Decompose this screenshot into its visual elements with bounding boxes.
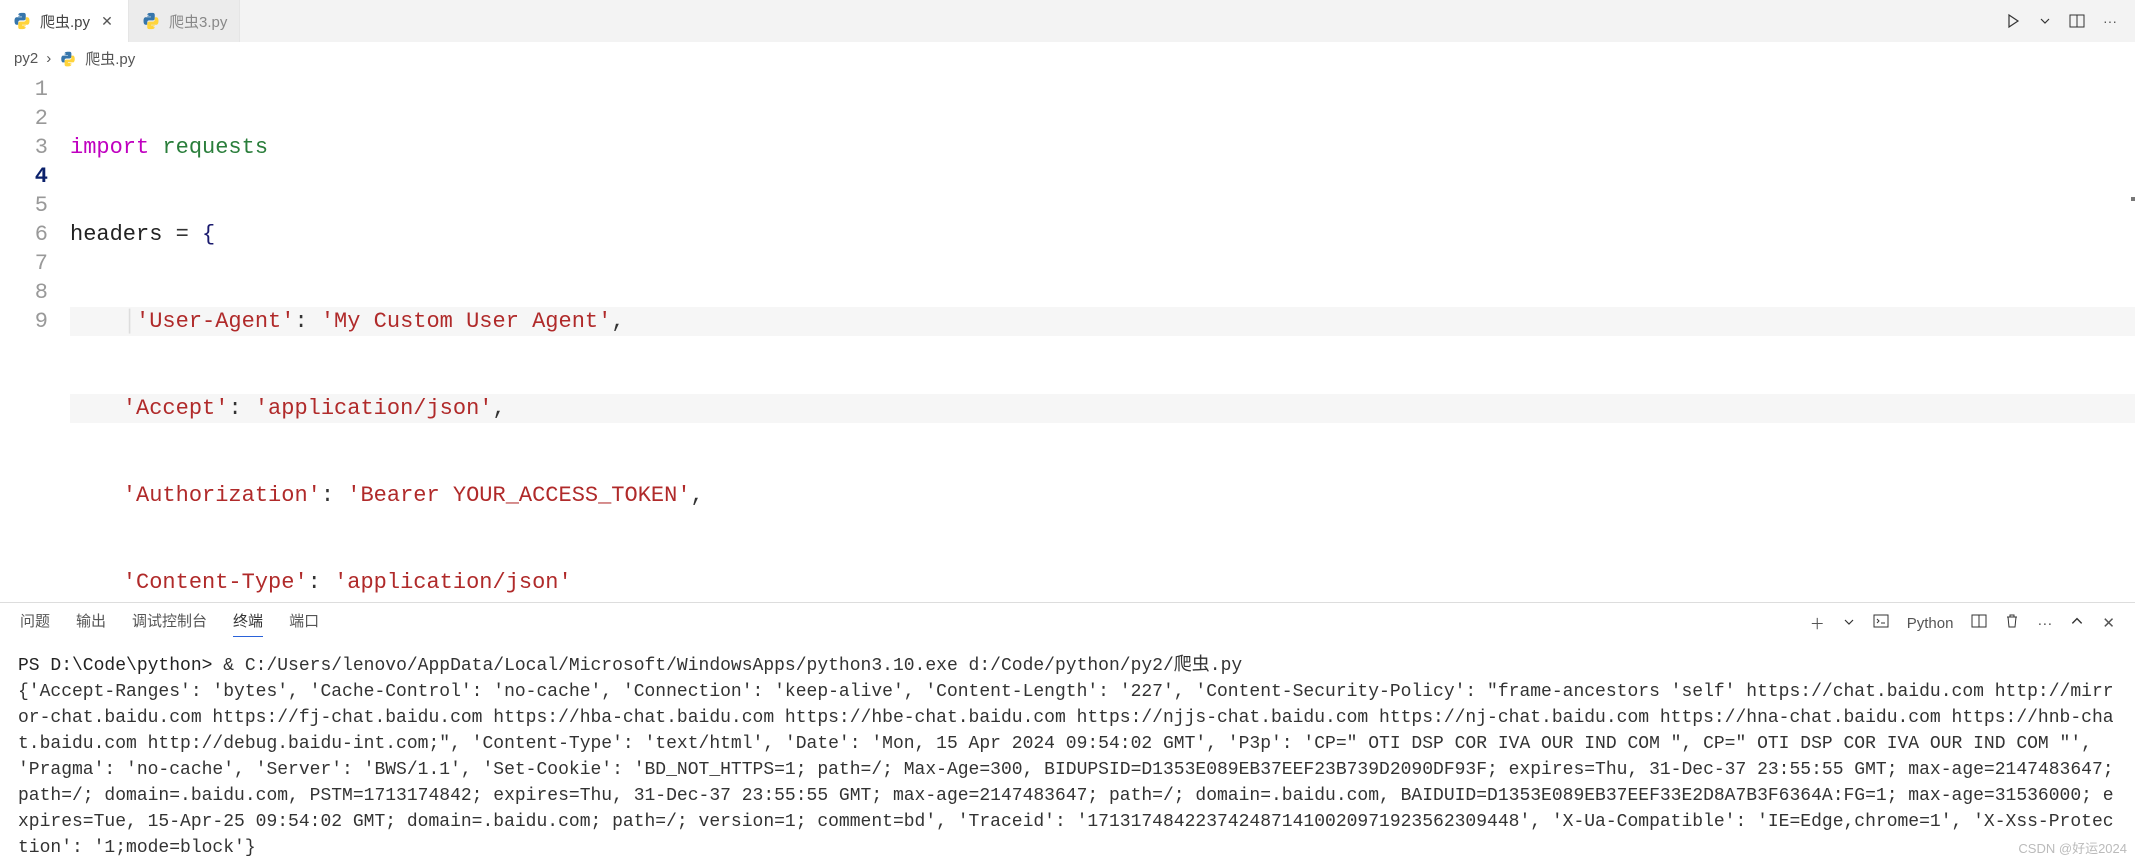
breadcrumb[interactable]: py2 › 爬虫.py <box>0 42 2135 75</box>
chevron-right-icon: › <box>46 50 51 67</box>
line-gutter: 1 2 3 4 5 6 7 8 9 <box>0 75 70 602</box>
panel-tab-bar: 问题 输出 调试控制台 终端 端口 ＋ Python ··· ✕ <box>0 603 2135 643</box>
run-icon[interactable] <box>2005 13 2021 29</box>
terminal-command: & C:/Users/lenovo/AppData/Local/Microsof… <box>223 656 1242 676</box>
tab-debug-console[interactable]: 调试控制台 <box>132 610 207 636</box>
editor-tab-inactive[interactable]: 爬虫3.py <box>129 0 240 42</box>
bottom-panel: 问题 输出 调试控制台 终端 端口 ＋ Python ··· ✕ PS D:\C… <box>0 602 2135 861</box>
chevron-down-icon[interactable] <box>1843 615 1855 632</box>
new-terminal-icon[interactable]: ＋ <box>1810 613 1825 634</box>
tab-problems[interactable]: 问题 <box>20 610 50 636</box>
split-terminal-icon[interactable] <box>1971 613 1987 633</box>
code-content[interactable]: import requests headers = { │'User-Agent… <box>70 75 2135 602</box>
terminal-prompt: PS D:\Code\python> <box>18 656 223 676</box>
more-icon[interactable]: ··· <box>2103 13 2117 29</box>
breadcrumb-file: 爬虫.py <box>85 48 135 69</box>
terminal-profile-icon[interactable] <box>1873 613 1889 633</box>
watermark: CSDN @好运2024 <box>2018 838 2127 857</box>
close-icon[interactable]: ✕ <box>98 13 116 30</box>
tab-label: 爬虫3.py <box>169 11 227 32</box>
split-editor-icon[interactable] <box>2069 13 2085 29</box>
editor-tab-bar: 爬虫.py ✕ 爬虫3.py ··· <box>0 0 2135 42</box>
tab-terminal[interactable]: 终端 <box>233 610 263 637</box>
more-icon[interactable]: ··· <box>2037 615 2052 632</box>
python-icon <box>141 11 161 31</box>
chevron-up-icon[interactable] <box>2070 614 2084 632</box>
code-editor[interactable]: 1 2 3 4 5 6 7 8 9 import requests header… <box>0 75 2135 602</box>
trash-icon[interactable] <box>2005 613 2019 633</box>
tab-ports[interactable]: 端口 <box>289 610 319 636</box>
breadcrumb-folder: py2 <box>14 50 38 67</box>
terminal-label[interactable]: Python <box>1907 615 1954 632</box>
terminal-output[interactable]: PS D:\Code\python> & C:/Users/lenovo/App… <box>0 643 2135 861</box>
python-icon <box>59 50 77 68</box>
terminal-stdout: {'Accept-Ranges': 'bytes', 'Cache-Contro… <box>18 682 2124 858</box>
python-icon <box>12 11 32 31</box>
chevron-down-icon[interactable] <box>2039 15 2051 27</box>
close-panel-icon[interactable]: ✕ <box>2102 614 2115 632</box>
tab-label: 爬虫.py <box>40 11 90 32</box>
minimap[interactable] <box>2131 197 2135 201</box>
tab-output[interactable]: 输出 <box>76 610 106 636</box>
tab-actions: ··· <box>2005 13 2135 29</box>
editor-tab-active[interactable]: 爬虫.py ✕ <box>0 0 129 42</box>
